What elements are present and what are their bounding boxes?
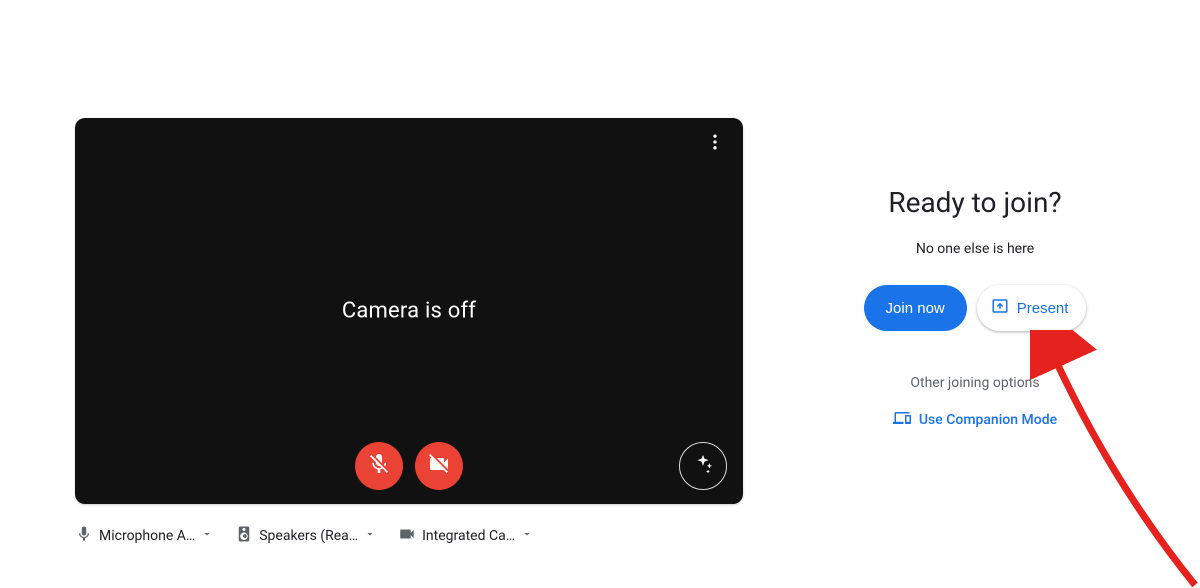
join-now-button[interactable]: Join now [864,285,967,331]
devices-icon [893,409,911,431]
ready-title: Ready to join? [830,186,1120,219]
toggle-mic-button[interactable] [355,442,403,490]
videocam-off-icon [427,452,451,480]
companion-label: Use Companion Mode [919,412,1057,428]
present-icon [991,297,1009,319]
join-buttons-row: Join now Present [830,285,1120,331]
speaker-icon [235,525,253,547]
more-options-button[interactable] [695,124,735,164]
join-panel: Ready to join? No one else is here Join … [830,186,1120,431]
more-vert-icon [705,132,725,156]
caret-down-icon [201,528,213,544]
microphone-label: Microphone A… [99,528,195,544]
device-selector-row: Microphone A… Speakers (Rea… Integrated … [75,520,743,552]
speakers-selector[interactable]: Speakers (Rea… [235,520,376,552]
mic-off-icon [367,452,391,480]
camera-status-text: Camera is off [75,299,743,324]
visual-effects-button[interactable] [679,442,727,490]
join-now-label: Join now [886,300,945,317]
camera-selector[interactable]: Integrated Ca… [398,520,533,552]
camera-label: Integrated Ca… [422,528,515,544]
caret-down-icon [521,528,533,544]
presence-text: No one else is here [830,241,1120,257]
video-preview: Camera is off [75,118,743,504]
videocam-icon [398,525,416,547]
companion-mode-button[interactable]: Use Companion Mode [893,409,1057,431]
preview-stage: Camera is off Microphone A… [75,118,743,552]
preview-controls [75,442,743,490]
present-label: Present [1017,300,1069,317]
mic-icon [75,525,93,547]
sparkle-icon [692,453,714,479]
microphone-selector[interactable]: Microphone A… [75,520,213,552]
caret-down-icon [364,528,376,544]
toggle-camera-button[interactable] [415,442,463,490]
present-button[interactable]: Present [977,285,1087,331]
speakers-label: Speakers (Rea… [259,528,358,544]
other-options-label: Other joining options [830,375,1120,391]
